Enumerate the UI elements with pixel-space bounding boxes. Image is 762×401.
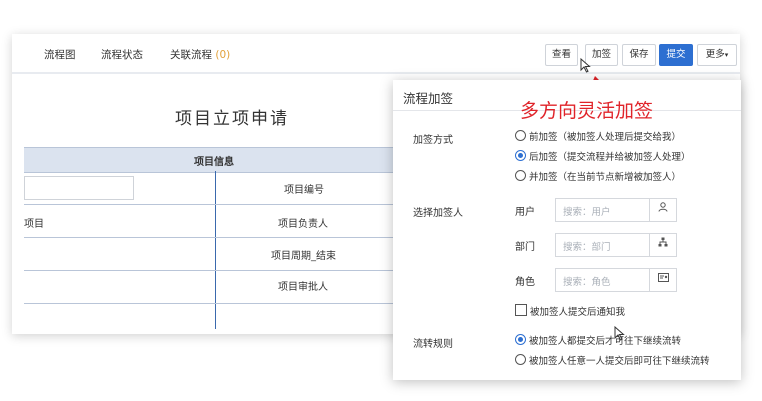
select-signer-label: 选择加签人	[413, 208, 463, 219]
cursor-icon	[580, 58, 591, 73]
table-row-line	[24, 303, 404, 304]
rule-option-any[interactable]: 被加签人任意一人提交后即可往下继续流转	[515, 353, 710, 367]
more-button-label: 更多	[705, 49, 725, 60]
role-search-input[interactable]: 搜索：角色	[555, 268, 677, 292]
notify-checkbox[interactable]: 被加签人提交后通知我	[515, 303, 625, 318]
table-divider	[215, 171, 216, 329]
radio-icon	[515, 170, 526, 181]
label-project-approver: 项目审批人	[278, 282, 328, 293]
notify-label: 被加签人提交后通知我	[530, 307, 626, 318]
dept-search-input[interactable]: 搜索：部门	[555, 233, 677, 257]
submit-button[interactable]: 提交	[659, 44, 693, 66]
method-option-before[interactable]: 前加签（被加签人处理后提交给我）	[515, 129, 681, 143]
method-label: 加签方式	[413, 135, 453, 146]
user-search-input[interactable]: 搜索：用户	[555, 198, 677, 222]
tab-related-flow[interactable]: 关联流程 (0)	[170, 47, 230, 62]
user-search-placeholder: 搜索：用户	[563, 207, 611, 218]
method-option-text: 后加签（提交流程并给被加签人处理）	[529, 152, 691, 163]
method-option-parallel[interactable]: 并加签（在当前节点新增被加签人）	[515, 169, 681, 183]
related-count-badge: (0)	[215, 49, 231, 61]
toolbar: 流程图 流程状态 关联流程 (0) 查看 加签 保存 提交 更多▾	[12, 34, 740, 74]
section-title: 项目信息	[194, 157, 234, 168]
method-option-after[interactable]: 后加签（提交流程并给被加签人处理）	[515, 149, 691, 163]
more-button[interactable]: 更多▾	[697, 44, 737, 66]
cursor-icon	[614, 326, 625, 341]
rule-option-text: 被加签人任意一人提交后即可往下继续流转	[529, 356, 710, 367]
table-row-line	[24, 237, 404, 238]
table-row-line	[24, 204, 404, 205]
project-name-input[interactable]	[24, 176, 134, 200]
radio-icon	[515, 354, 526, 365]
dialog-title: 流程加签	[403, 91, 454, 106]
role-card-icon[interactable]	[649, 269, 676, 291]
tab-related-flow-label: 关联流程	[170, 49, 212, 61]
annotation-callout: 多方向灵活加签	[520, 100, 654, 122]
user-icon[interactable]	[649, 199, 676, 221]
org-chart-icon[interactable]	[649, 234, 676, 256]
radio-selected-icon	[515, 334, 526, 345]
save-button[interactable]: 保存	[622, 44, 656, 66]
tab-flow-status[interactable]: 流程状态	[101, 47, 143, 62]
method-option-text: 并加签（在当前节点新增被加签人）	[529, 172, 682, 183]
dept-search-placeholder: 搜索：部门	[563, 242, 611, 253]
rule-option-all[interactable]: 被加签人都提交后才可往下继续流转	[515, 333, 681, 347]
role-search-placeholder: 搜索：角色	[563, 277, 611, 288]
section-header: 项目信息	[24, 147, 404, 173]
dept-label: 部门	[515, 242, 535, 253]
table-row-line	[24, 270, 404, 271]
role-label: 角色	[515, 277, 535, 288]
label-project: 项目	[24, 219, 44, 230]
user-label: 用户	[515, 207, 535, 218]
label-project-period-end: 项目周期_结束	[271, 251, 336, 262]
radio-selected-icon	[515, 150, 526, 161]
tab-flowchart[interactable]: 流程图	[44, 47, 76, 62]
view-button[interactable]: 查看	[545, 44, 578, 66]
add-sign-dialog: 流程加签 加签方式 前加签（被加签人处理后提交给我） 后加签（提交流程并给被加签…	[393, 80, 741, 380]
page-title: 项目立项申请	[175, 109, 289, 129]
flow-rule-label: 流转规则	[413, 339, 453, 350]
label-project-leader: 项目负责人	[278, 219, 328, 230]
radio-icon	[515, 130, 526, 141]
caret-down-icon: ▾	[724, 51, 729, 59]
label-project-number: 项目编号	[284, 185, 324, 196]
rule-option-text: 被加签人都提交后才可往下继续流转	[529, 336, 682, 347]
method-option-text: 前加签（被加签人处理后提交给我）	[529, 132, 682, 143]
checkbox-icon	[515, 304, 527, 316]
